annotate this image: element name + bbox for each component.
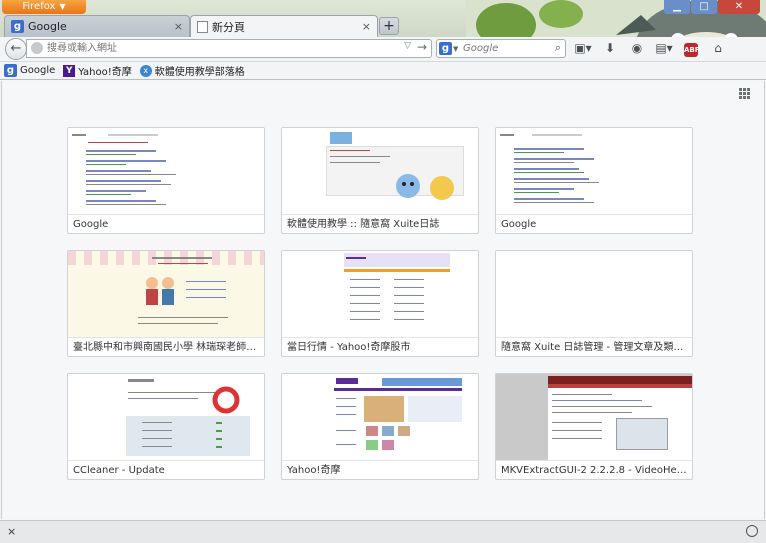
- grid-toggle-icon[interactable]: [739, 88, 750, 99]
- site-tile-label: Yahoo!奇摩: [287, 465, 341, 476]
- site-tile-google[interactable]: Google: [67, 127, 265, 234]
- maximize-button[interactable]: □: [691, 0, 717, 14]
- url-bar[interactable]: ▽ →: [26, 39, 432, 58]
- url-input[interactable]: [47, 41, 367, 56]
- site-tile-label: Google: [73, 219, 109, 230]
- chevron-down-icon: ▼: [59, 2, 66, 11]
- site-thumbnail: [68, 374, 264, 461]
- tab-strip: Firefox ▼ ▁ □ ✕ g Google × 新分頁 × +: [0, 0, 766, 37]
- close-tab-icon[interactable]: ×: [174, 20, 183, 33]
- tab-google[interactable]: g Google ×: [4, 15, 190, 37]
- site-thumbnail: [68, 251, 264, 338]
- site-thumbnail: [496, 251, 692, 338]
- site-tile-label: Google: [501, 219, 537, 230]
- go-arrow-icon[interactable]: →: [417, 40, 427, 54]
- adblock-icon[interactable]: ABP: [680, 39, 702, 57]
- site-tile-label: 隨意窩 Xuite 日誌管理 - 管理文章及類別 - 管...: [501, 342, 687, 353]
- site-tile-google-2[interactable]: Google: [495, 127, 693, 234]
- chevron-down-icon: ▼: [453, 44, 459, 53]
- bookmark-google[interactable]: g Google: [4, 64, 55, 77]
- search-icon[interactable]: ⌕: [555, 41, 561, 55]
- students-illustration: [146, 277, 174, 305]
- tab-title: Google: [28, 20, 67, 33]
- globe-icon[interactable]: [746, 525, 758, 537]
- back-button[interactable]: ←: [5, 38, 27, 60]
- yahoo-icon: Y: [63, 64, 76, 77]
- site-thumbnail: [282, 128, 478, 215]
- search-bar[interactable]: g▼ ⌕: [436, 39, 566, 58]
- tab-title: 新分頁: [212, 20, 245, 34]
- bookmarks-toolbar: g Google Y Yahoo!奇摩 x 軟體使用教學部落格: [0, 62, 766, 80]
- minimize-button[interactable]: ▁: [664, 0, 690, 14]
- history-dropdown-icon[interactable]: ▽: [404, 41, 411, 51]
- download-icon[interactable]: ⬇: [599, 39, 621, 57]
- site-thumbnail: [496, 374, 692, 461]
- blank-page-icon: [197, 20, 208, 33]
- site-tile-label: 軟體使用教學 :: 隨意窩 Xuite日誌: [287, 219, 440, 230]
- google-icon: g: [439, 42, 452, 55]
- navigation-toolbar: ▽ → ← g▼ ⌕ ▣▾ ⬇ ◉ ▤▾ ABP ⌂: [0, 37, 766, 62]
- site-thumbnail: [282, 251, 478, 338]
- bookmark-yahoo[interactable]: Y Yahoo!奇摩: [63, 63, 132, 78]
- site-tile-ccleaner[interactable]: CCleaner - Update: [67, 373, 265, 480]
- close-tab-icon[interactable]: ×: [362, 20, 371, 33]
- cartoon-character-illustration: [396, 174, 454, 200]
- site-tile-videohelp[interactable]: MKVExtractGUI-2 2.2.2.8 - VideoHelp.com.…: [495, 373, 693, 480]
- site-tile-label: MKVExtractGUI-2 2.2.2.8 - VideoHelp.com.…: [501, 465, 687, 476]
- site-tile-label: 臺北縣中和市興南國民小學 林瑞琛老師 四語...: [73, 342, 259, 353]
- site-tile-yahoo[interactable]: Yahoo!奇摩: [281, 373, 479, 480]
- xuite-icon: x: [139, 64, 152, 77]
- home-icon[interactable]: ⌂: [707, 39, 729, 57]
- site-thumbnail: [68, 128, 264, 215]
- site-tile-label: 當日行情 - Yahoo!奇摩股市: [287, 342, 411, 353]
- extension-icon[interactable]: ◉: [626, 39, 648, 57]
- addon-bar: ×: [0, 520, 766, 543]
- close-window-button[interactable]: ✕: [718, 0, 760, 14]
- new-tab-button[interactable]: +: [379, 17, 399, 35]
- close-addon-bar-icon[interactable]: ×: [7, 525, 16, 538]
- ccleaner-logo-icon: [212, 386, 240, 414]
- site-tile-label: CCleaner - Update: [73, 465, 165, 476]
- bookmark-software-blog[interactable]: x 軟體使用教學部落格: [139, 63, 245, 78]
- site-tile-school[interactable]: 臺北縣中和市興南國民小學 林瑞琛老師 四語...: [67, 250, 265, 357]
- site-tile-yahoo-stock[interactable]: 當日行情 - Yahoo!奇摩股市: [281, 250, 479, 357]
- new-tab-page: Google 軟體使用教學 :: 隨意窩 Xuite日誌 Google 臺北縣中…: [1, 81, 765, 519]
- site-tile-xuite-blog[interactable]: 軟體使用教學 :: 隨意窩 Xuite日誌: [281, 127, 479, 234]
- screenshot-icon[interactable]: ▣▾: [572, 39, 594, 57]
- site-tile-xuite-manage[interactable]: 隨意窩 Xuite 日誌管理 - 管理文章及類別 - 管...: [495, 250, 693, 357]
- site-thumbnail: [496, 128, 692, 215]
- search-engine-selector[interactable]: g ▼: [439, 42, 458, 55]
- site-identity-icon[interactable]: [31, 42, 43, 54]
- clipboard-icon[interactable]: ▤▾: [653, 39, 675, 57]
- site-thumbnail: [282, 374, 478, 461]
- firefox-menu-button[interactable]: Firefox ▼: [2, 0, 86, 14]
- search-input[interactable]: [463, 41, 547, 56]
- google-icon: g: [4, 64, 17, 77]
- google-icon: g: [11, 20, 24, 33]
- tab-new-tab[interactable]: 新分頁 ×: [190, 15, 378, 37]
